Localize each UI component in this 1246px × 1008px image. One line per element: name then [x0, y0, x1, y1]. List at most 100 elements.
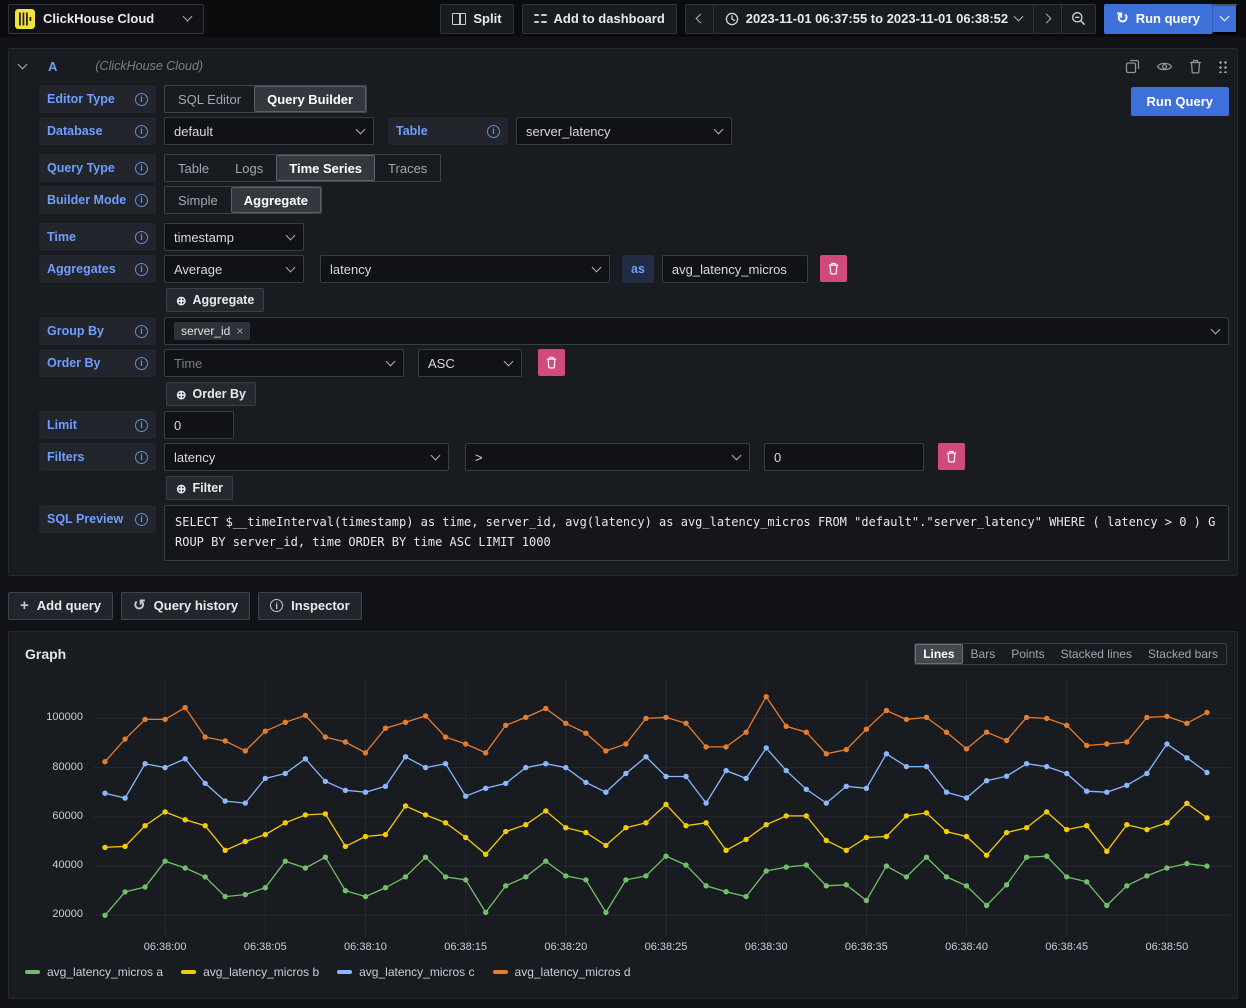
series-avg_latency_micros-c — [102, 741, 1209, 806]
option-query-builder[interactable]: Query Builder — [254, 86, 366, 112]
info-icon[interactable] — [135, 263, 148, 276]
time-range-button[interactable]: 2023-11-01 06:37:55 to 2023-11-01 06:38:… — [714, 4, 1034, 34]
remove-filter-button[interactable] — [938, 443, 965, 470]
time-picker-group: 2023-11-01 06:37:55 to 2023-11-01 06:38:… — [685, 4, 1096, 34]
time-shift-forward-button[interactable] — [1034, 4, 1062, 34]
order-by-field-select[interactable]: Time — [164, 349, 404, 377]
latency-chart[interactable] — [93, 679, 1231, 935]
mode-stacked-bars[interactable]: Stacked bars — [1140, 644, 1226, 664]
datasource-picker[interactable]: ClickHouse Cloud — [8, 4, 204, 34]
limit-row: Limit 0 — [39, 411, 1229, 439]
drag-handle-icon[interactable] — [1218, 59, 1227, 73]
plot-region[interactable] — [93, 679, 1231, 935]
delete-query-trash-icon[interactable] — [1189, 59, 1202, 74]
legend-item[interactable]: avg_latency_micros a — [25, 965, 163, 979]
add-query-button[interactable]: + Add query — [8, 592, 113, 620]
trash-icon — [546, 356, 557, 369]
info-icon[interactable] — [487, 125, 500, 138]
sql-preview-row: SQL Preview SELECT $__timeInterval(times… — [39, 505, 1229, 561]
legend-item[interactable]: avg_latency_micros c — [337, 965, 474, 979]
run-query-dropdown-button[interactable] — [1212, 4, 1238, 34]
chevron-right-icon — [1042, 14, 1052, 24]
editor-type-label: Editor Type — [39, 85, 156, 113]
limit-input[interactable]: 0 — [164, 411, 234, 439]
legend-label: avg_latency_micros b — [203, 965, 319, 979]
option-table[interactable]: Table — [165, 155, 222, 181]
inspector-button[interactable]: Inspector — [258, 592, 362, 620]
legend-item[interactable]: avg_latency_micros b — [181, 965, 319, 979]
sql-preview-label: SQL Preview — [39, 505, 156, 533]
query-type-row: Query Type Table Logs Time Series Traces — [39, 154, 1229, 182]
panel-run-query-button[interactable]: Run Query — [1131, 87, 1229, 116]
zoom-out-button[interactable] — [1062, 4, 1096, 34]
time-column-select[interactable]: timestamp — [164, 223, 304, 251]
filter-value-input[interactable]: 0 — [764, 443, 924, 471]
datasource-name: ClickHouse Cloud — [43, 11, 154, 26]
info-icon[interactable] — [135, 125, 148, 138]
legend-item[interactable]: avg_latency_micros d — [493, 965, 631, 979]
aggregate-function-select[interactable]: Average — [164, 255, 304, 283]
mode-bars[interactable]: Bars — [963, 644, 1004, 664]
builder-mode-label: Builder Mode — [39, 186, 156, 214]
info-icon[interactable] — [135, 325, 148, 338]
time-shift-back-button[interactable] — [685, 4, 714, 34]
mode-lines[interactable]: Lines — [915, 644, 962, 664]
chevron-down-icon — [431, 450, 441, 460]
add-filter-button[interactable]: ⊕ Filter — [166, 476, 233, 500]
info-icon[interactable] — [135, 419, 148, 432]
legend-color-dash — [25, 970, 40, 974]
option-time-series[interactable]: Time Series — [276, 155, 375, 181]
info-icon[interactable] — [135, 357, 148, 370]
limit-label: Limit — [39, 411, 156, 439]
info-icon[interactable] — [135, 513, 148, 526]
remove-chip-icon[interactable]: × — [236, 324, 243, 338]
option-aggregate[interactable]: Aggregate — [231, 187, 321, 213]
remove-aggregate-button[interactable] — [820, 255, 847, 282]
as-badge: as — [622, 255, 654, 283]
query-footer: + Add query ↺ Query history Inspector — [8, 592, 1238, 620]
mode-stacked-lines[interactable]: Stacked lines — [1053, 644, 1140, 664]
collapse-chevron-icon[interactable] — [18, 59, 28, 69]
query-history-button[interactable]: ↺ Query history — [121, 592, 250, 620]
remove-order-by-button[interactable] — [538, 349, 565, 376]
info-icon[interactable] — [135, 231, 148, 244]
option-sql-editor[interactable]: SQL Editor — [165, 86, 254, 112]
info-icon[interactable] — [135, 451, 148, 464]
display-mode-group: Lines Bars Points Stacked lines Stacked … — [914, 643, 1227, 665]
run-query-button[interactable]: ↻ Run query — [1104, 4, 1212, 34]
aggregate-column-select[interactable]: latency — [320, 255, 610, 283]
group-by-select[interactable]: server_id × — [164, 317, 1229, 345]
split-button[interactable]: Split — [440, 4, 513, 34]
mode-points[interactable]: Points — [1003, 644, 1052, 664]
filter-field-select[interactable]: latency — [164, 443, 449, 471]
option-traces[interactable]: Traces — [375, 155, 440, 181]
info-icon[interactable] — [135, 194, 148, 207]
graph-title: Graph — [25, 646, 66, 662]
chart-legend: avg_latency_micros a avg_latency_micros … — [25, 965, 1237, 979]
add-to-dashboard-button[interactable]: Add to dashboard — [522, 4, 677, 34]
duplicate-query-icon[interactable] — [1125, 59, 1140, 74]
add-aggregate-button[interactable]: ⊕ Aggregate — [166, 288, 264, 312]
query-datasource-hint: (ClickHouse Cloud) — [95, 59, 203, 73]
editor-type-segmented: SQL Editor Query Builder — [164, 85, 367, 113]
order-by-direction-select[interactable]: ASC — [418, 349, 522, 377]
query-header: A (ClickHouse Cloud) — [9, 49, 1237, 83]
hide-query-eye-icon[interactable] — [1156, 60, 1173, 73]
y-tick-label: 20000 — [52, 908, 83, 920]
add-order-by-button[interactable]: ⊕ Order By — [166, 382, 256, 406]
info-icon[interactable] — [135, 162, 148, 175]
option-simple[interactable]: Simple — [165, 187, 231, 213]
chevron-down-icon — [1211, 324, 1221, 334]
aggregate-alias-input[interactable]: avg_latency_micros — [662, 255, 808, 283]
table-select[interactable]: server_latency — [516, 117, 732, 145]
x-tick-label: 06:38:50 — [1145, 941, 1188, 953]
x-tick-label: 06:38:35 — [845, 941, 888, 953]
legend-label: avg_latency_micros d — [515, 965, 631, 979]
option-logs[interactable]: Logs — [222, 155, 276, 181]
database-select[interactable]: default — [164, 117, 374, 145]
refresh-icon: ↻ — [1116, 11, 1129, 26]
info-icon[interactable] — [135, 93, 148, 106]
group-by-chip: server_id × — [174, 322, 250, 340]
chevron-down-icon — [183, 12, 193, 22]
filter-operator-select[interactable]: > — [465, 443, 750, 471]
